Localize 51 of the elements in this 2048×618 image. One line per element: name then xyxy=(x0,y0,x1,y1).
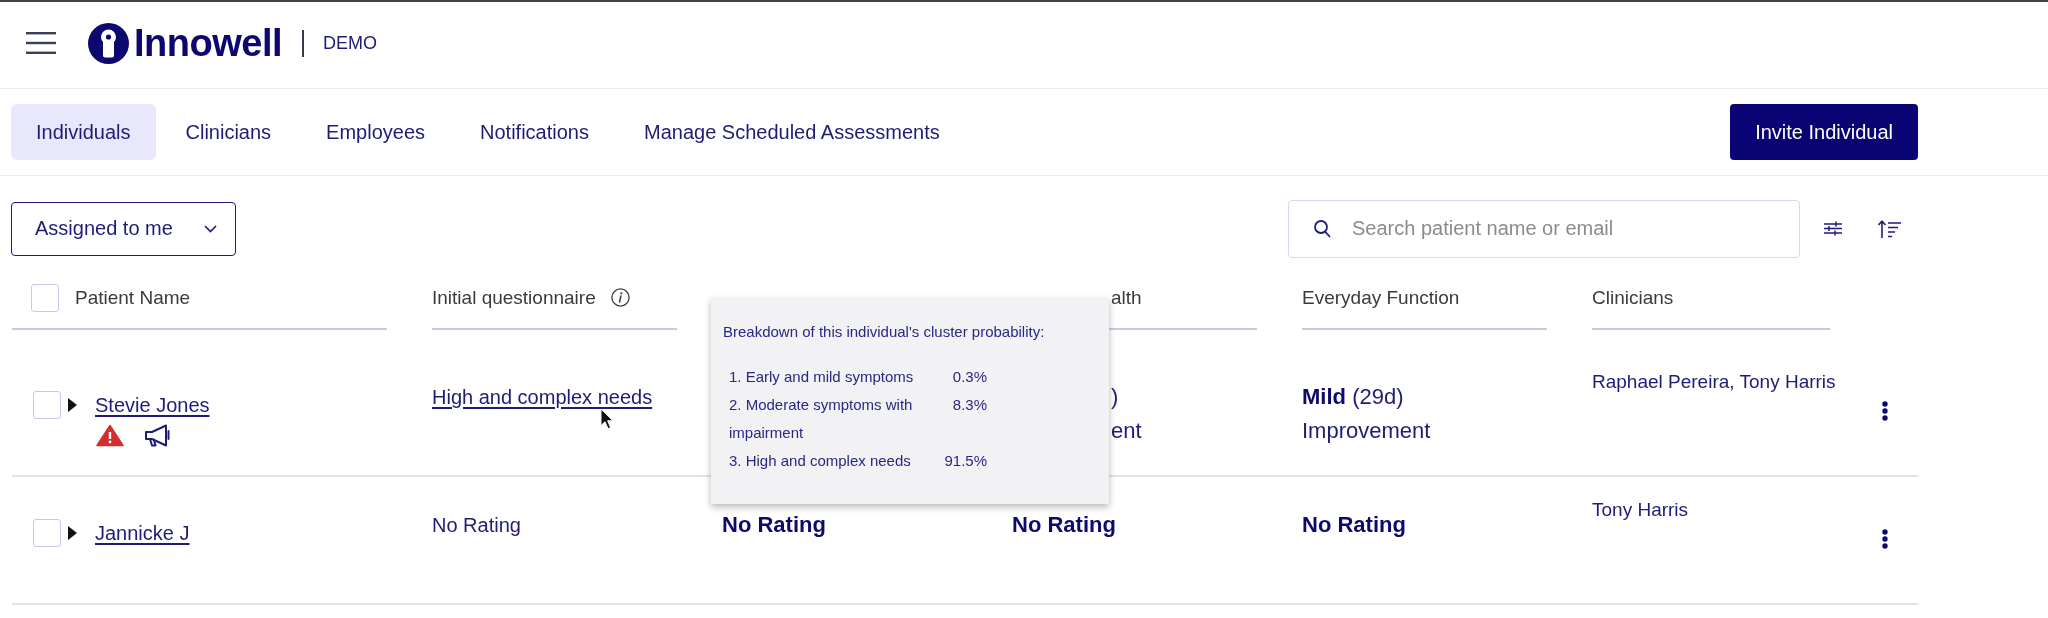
sliders-icon[interactable] xyxy=(1824,221,1842,236)
row-checkbox[interactable] xyxy=(33,391,61,419)
vertical-dots-icon[interactable] xyxy=(1882,529,1888,549)
cursor-icon xyxy=(600,408,614,430)
vertical-dots-icon[interactable] xyxy=(1882,401,1888,421)
brand-name: Innowell xyxy=(134,21,282,65)
logo-icon xyxy=(88,22,129,64)
rating-level: Mild xyxy=(1302,384,1346,409)
trend-label: ent xyxy=(1111,418,1142,443)
rating-age: (29d) xyxy=(1352,384,1404,409)
column-header: alth xyxy=(1111,286,1142,310)
probability-label: 3. High and complex needs xyxy=(729,451,912,471)
column-header: Everyday Function xyxy=(1302,286,1460,310)
questionnaire-link[interactable]: High and complex needs xyxy=(432,386,653,408)
caret-icon[interactable] xyxy=(68,398,77,412)
trend-label: Improvement xyxy=(1302,418,1431,443)
clinician-names: Raphael Pereira, Tony Harris xyxy=(1592,371,1836,392)
search-icon xyxy=(1314,219,1331,238)
nav-tab[interactable]: Notifications xyxy=(455,104,614,160)
patient-name-link[interactable]: Jannicke J xyxy=(95,521,190,545)
rating-age: ) xyxy=(1111,384,1119,409)
probability-value: 91.5% xyxy=(943,451,987,471)
up-arrow-lines-icon[interactable] xyxy=(1878,219,1901,238)
menu-icon[interactable] xyxy=(26,32,56,54)
clinician-names: Tony Harris xyxy=(1592,499,1689,520)
probability-value: 0.3% xyxy=(951,367,987,387)
column-header: Clinicians xyxy=(1592,286,1674,310)
patient-name-link[interactable]: Stevie Jones xyxy=(95,393,210,417)
invite-button[interactable]: Invite Individual xyxy=(1730,104,1918,160)
filter-dropdown[interactable]: Assigned to me xyxy=(11,201,236,256)
rating-level: No Rating xyxy=(722,512,826,537)
environment-label: DEMO xyxy=(323,32,377,54)
search-field[interactable]: Search patient name or email xyxy=(1288,199,1800,258)
column-header: Patient Name xyxy=(75,286,191,310)
tooltip-title: Breakdown of this individual's cluster probability: xyxy=(723,322,1046,342)
row-checkbox[interactable] xyxy=(33,519,61,547)
probability-label: 2. Moderate symptoms with impairment xyxy=(729,395,914,443)
rating-level: No Rating xyxy=(1302,512,1406,537)
nav-tab[interactable]: Individuals xyxy=(11,104,156,160)
questionnaire-result: No Rating xyxy=(432,514,521,536)
select-all-checkbox[interactable] xyxy=(31,284,59,312)
probability-value: 8.3% xyxy=(951,395,987,415)
nav-tab[interactable]: Employees xyxy=(301,104,451,160)
column-header: Initial questionnaire xyxy=(432,286,596,310)
probability-label: 1. Early and mild symptoms xyxy=(729,367,915,387)
chevron-down-icon xyxy=(204,224,217,233)
caret-icon[interactable] xyxy=(68,526,77,540)
nav-tab[interactable]: Clinicians xyxy=(160,104,297,160)
info-icon[interactable] xyxy=(610,288,630,307)
rating-level: No Rating xyxy=(1012,512,1116,537)
nav-tab[interactable]: Manage Scheduled Assessments xyxy=(619,104,965,160)
